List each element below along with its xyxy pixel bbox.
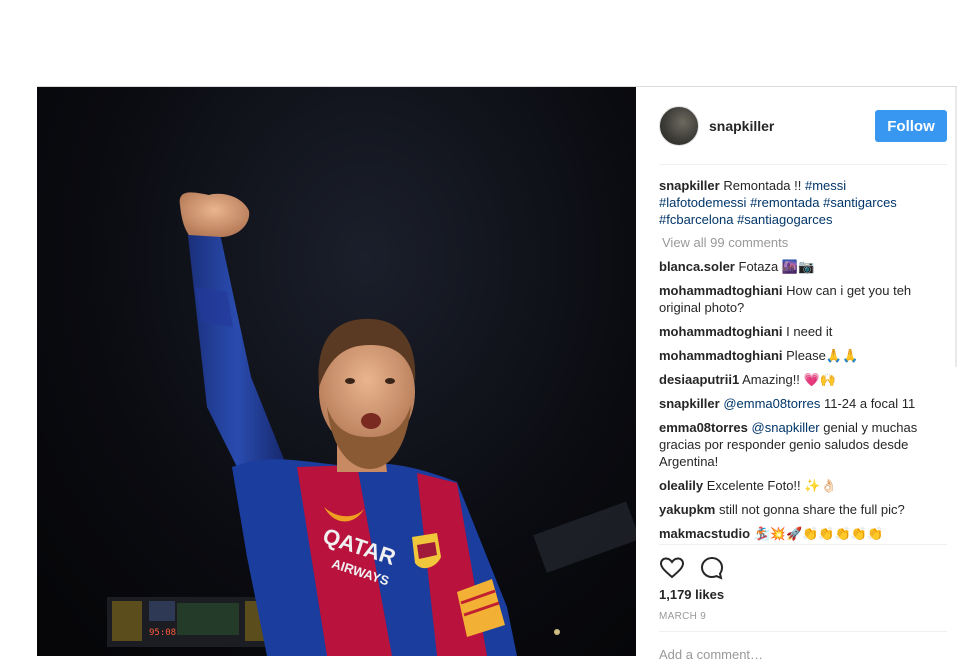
comment-username[interactable]: snapkiller xyxy=(659,396,720,411)
comment-username[interactable]: olealily xyxy=(659,478,703,493)
comment-username[interactable]: mohammadtoghiani xyxy=(659,283,783,298)
comments-list[interactable]: snapkiller Remontada !! #messi #lafotode… xyxy=(659,177,939,543)
comment-mention-link[interactable]: @emma08torres xyxy=(723,396,820,411)
add-comment-input[interactable]: Add a comment… xyxy=(659,647,763,662)
comment-text: 🏂💥🚀👏👏👏👏👏 xyxy=(753,526,884,541)
comment-username[interactable]: mohammadtoghiani xyxy=(659,324,783,339)
post-header: snapkiller Follow xyxy=(636,87,957,164)
comment-item: yakupkm still not gonna share the full p… xyxy=(659,501,939,518)
comment-item: olealily Excelente Foto!! ✨👌🏻 xyxy=(659,477,939,494)
messi-celebration-image: 95:08 QATAR AIRWAYS xyxy=(107,192,636,656)
comment-text: Excelente Foto!! ✨👌🏻 xyxy=(706,478,837,493)
comment-text: Amazing!! 💗🙌 xyxy=(742,372,836,387)
comment-item: mohammadtoghiani I need it xyxy=(659,323,939,340)
comment-username[interactable]: blanca.soler xyxy=(659,259,735,274)
avatar[interactable] xyxy=(659,106,699,146)
comment-text: I need it xyxy=(786,324,833,339)
follow-button[interactable]: Follow xyxy=(875,110,947,142)
comment-item: snapkiller @emma08torres 11-24 a focal 1… xyxy=(659,395,939,412)
comment-item: mohammadtoghiani How can i get you teh o… xyxy=(659,282,939,316)
comment-item: mohammadtoghiani Please🙏🙏 xyxy=(659,347,939,364)
comment-text: 11-24 a focal 11 xyxy=(820,396,916,411)
svg-text:95:08: 95:08 xyxy=(149,628,176,638)
post-photo[interactable]: 95:08 QATAR AIRWAYS xyxy=(37,87,636,656)
hashtag-link[interactable]: #lafotodemessi xyxy=(659,195,746,210)
post-side-panel: snapkiller Follow snapkiller Remontada !… xyxy=(636,87,957,662)
hashtag-link[interactable]: #santigarces xyxy=(823,195,897,210)
post-caption: snapkiller Remontada !! #messi #lafotode… xyxy=(659,177,939,228)
comment-username[interactable]: yakupkm xyxy=(659,502,715,517)
comment-icon[interactable] xyxy=(699,555,725,581)
hashtag-link[interactable]: #santiagogarces xyxy=(737,212,832,227)
comment-item: blanca.soler Fotaza 🌆📷 xyxy=(659,258,939,275)
actions-divider xyxy=(659,631,947,632)
post-username[interactable]: snapkiller xyxy=(709,118,774,134)
comment-text: still not gonna share the full pic? xyxy=(719,502,905,517)
heart-icon[interactable] xyxy=(659,555,685,581)
caption-username[interactable]: snapkiller xyxy=(659,178,720,193)
comment-username[interactable]: emma08torres xyxy=(659,420,748,435)
comment-item: emma08torres @snapkiller genial y muchas… xyxy=(659,419,939,470)
view-all-comments-link[interactable]: View all 99 comments xyxy=(662,234,939,251)
comment-text: Please🙏🙏 xyxy=(786,348,859,363)
player: QATAR AIRWAYS xyxy=(179,192,517,656)
comment-username[interactable]: mohammadtoghiani xyxy=(659,348,783,363)
comment-username[interactable]: desiaaputrii1 xyxy=(659,372,739,387)
header-divider xyxy=(659,164,947,165)
hashtag-link[interactable]: #remontada xyxy=(750,195,819,210)
comment-item: makmacstudio 🏂💥🚀👏👏👏👏👏 xyxy=(659,525,939,542)
hashtag-link[interactable]: #messi xyxy=(805,178,846,193)
comment-text: Fotaza 🌆📷 xyxy=(738,259,815,274)
scoreboard: 95:08 xyxy=(107,597,277,647)
caption-text: Remontada !! xyxy=(723,178,805,193)
comment-username[interactable]: makmacstudio xyxy=(659,526,750,541)
comment-mention-link[interactable]: @snapkiller xyxy=(752,420,820,435)
comments-divider xyxy=(659,544,947,545)
post-date: MARCH 9 xyxy=(659,611,707,622)
hashtag-link[interactable]: #fcbarcelona xyxy=(659,212,733,227)
comment-item: desiaaputrii1 Amazing!! 💗🙌 xyxy=(659,371,939,388)
likes-count[interactable]: 1,179 likes xyxy=(659,587,724,602)
